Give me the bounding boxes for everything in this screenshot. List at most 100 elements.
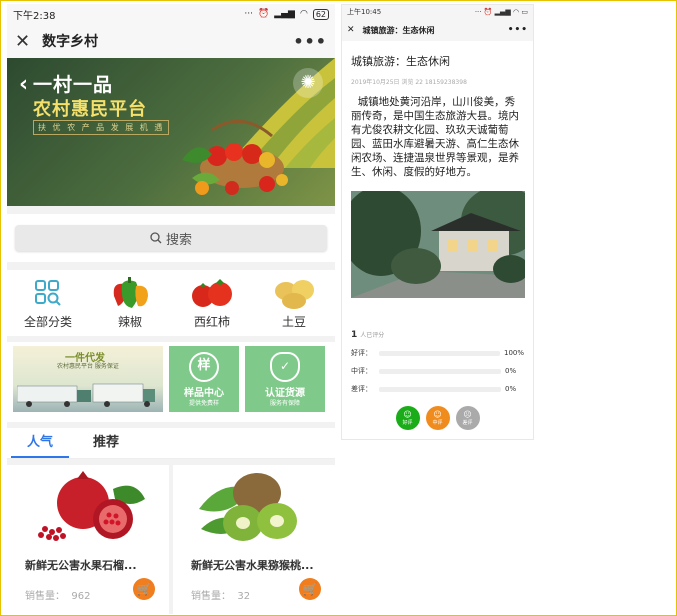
nav-bar: ✕ 城镇旅游：生态休闲 ••• [342, 19, 533, 41]
rating-bar [379, 386, 501, 392]
banner-title: 一村一品 [33, 74, 114, 96]
product-card[interactable]: 新鲜无公害水果石榴... 销售量： 962 🛒 [7, 465, 169, 614]
category-row: 全部分类 辣椒 西红柿 土豆 [7, 270, 335, 336]
sales-count: 32 [237, 591, 251, 602]
cart-icon[interactable]: 🛒 [299, 578, 321, 600]
rating-bar [378, 350, 500, 356]
category-tomato[interactable]: 西红柿 [177, 276, 247, 330]
promo-subtitle: 提供免费样 [188, 400, 219, 407]
left-phone-screen: 下午2:38 ··· ⏰ ▂▄▆ ◠ 62 ✕ 数字乡村 ••• ‹ 一村一品 … [7, 4, 335, 614]
promo-dropship[interactable]: 一件代发 农村惠民平台 服务保证 [13, 346, 163, 412]
rating-count-number: 1 [351, 330, 358, 340]
promo-row: 一件代发 农村惠民平台 服务保证 样 样品中心 提供免费样 ✓ 认证货源 服务有… [7, 342, 335, 422]
sample-icon: 样 [189, 352, 219, 382]
vegetable-basket-image [182, 119, 288, 195]
status-bar: 上午10:45 ··· ⏰ ▂▄▆ ◠ ▭ [342, 5, 533, 19]
article-photo [351, 191, 525, 298]
page-title: 数字乡村 [42, 34, 99, 50]
back-arrow-icon[interactable]: ‹ [19, 72, 28, 97]
tab-popular[interactable]: 人气 [10, 428, 70, 458]
rating-label: 好评： [351, 349, 372, 357]
banner-subtitle: 农村惠民平台 [33, 99, 147, 120]
rating-percent: 0% [505, 385, 517, 393]
status-icons: ··· ⏰ ▂▄▆ ◠ 62 [244, 8, 329, 20]
banner[interactable]: ‹ 一村一品 农村惠民平台 扶 优 农 产 品 发 展 机 遇 ✺ [7, 58, 335, 206]
sales-label: 销售量： [191, 591, 231, 602]
banner-tagline: 扶 优 农 产 品 发 展 机 遇 [33, 120, 170, 135]
battery-icon: 62 [312, 8, 329, 20]
more-menu-icon[interactable]: ••• [508, 25, 528, 35]
status-icons: ··· ⏰ ▂▄▆ ◠ ▭ [474, 8, 528, 16]
category-label: 全部分类 [23, 315, 72, 329]
tab-recommended[interactable]: 推荐 [93, 428, 119, 458]
rating-label: 差评： [351, 385, 372, 393]
more-menu-icon[interactable]: ••• [293, 32, 327, 51]
rating-label: 中评： [351, 367, 372, 375]
rating-button-label: 好评 [402, 420, 413, 426]
rating-section: 1人已评分 好评： 100% 中评： 0% 差评： 0% ☺ 好评 ☺ 中评 [342, 330, 533, 430]
category-label: 西红柿 [193, 315, 230, 329]
rating-bar [379, 368, 501, 374]
cart-icon[interactable]: 🛒 [133, 578, 155, 600]
close-icon[interactable]: ✕ [15, 31, 30, 52]
article: 城镇旅游：生态休闲 2019年10月25日 浏览 22 18159238398 … [342, 41, 533, 185]
right-phone-screen: 上午10:45 ··· ⏰ ▂▄▆ ◠ ▭ ✕ 城镇旅游：生态休闲 ••• 城镇… [341, 4, 534, 440]
promo-title: 样品中心 [184, 388, 224, 399]
rating-count: 1 人已评分 [351, 330, 524, 340]
kiwi-image [199, 473, 297, 541]
gear-icon[interactable]: ✺ [293, 68, 323, 98]
status-bar: 下午2:38 ··· ⏰ ▂▄▆ ◠ 62 [7, 4, 335, 24]
product-card[interactable]: 新鲜无公害水果猕猴桃... 销售量： 32 🛒 [173, 465, 335, 614]
promo-certified-source[interactable]: ✓ 认证货源 服务有保障 [245, 346, 325, 412]
potato-image [275, 280, 314, 309]
pomegranate-image [38, 471, 145, 541]
rating-button-label: 差评 [462, 420, 473, 426]
page-title: 城镇旅游：生态休闲 [362, 25, 435, 35]
product-grid: 新鲜无公害水果石榴... 销售量： 962 🛒 新鲜无公害水果猕猴桃... 销售… [7, 465, 335, 614]
building-image [351, 191, 525, 298]
status-time: 上午10:45 [347, 8, 382, 16]
rating-count-label: 人已评分 [360, 332, 385, 339]
promo-subtitle: 服务有保障 [269, 400, 300, 407]
good-rating-button[interactable]: ☺ 好评 [395, 406, 420, 430]
rating-row-bad: 差评： 0% [351, 384, 524, 394]
search-bar[interactable]: 搜索 [15, 225, 327, 251]
neutral-face-icon: ☺ [433, 410, 442, 419]
product-name: 新鲜无公害水果猕猴桃... [191, 559, 314, 572]
tab-bar: 人气 推荐 [7, 428, 335, 459]
category-label: 土豆 [281, 315, 306, 329]
shield-check-icon: ✓ [270, 352, 300, 382]
promo-sample-center[interactable]: 样 样品中心 提供免费样 [169, 346, 239, 412]
wifi-icon: ◠ [299, 9, 308, 19]
rating-buttons: ☺ 好评 ☺ 中评 ☹ 差评 [351, 406, 524, 430]
close-icon[interactable]: ✕ [347, 25, 355, 35]
promo-subtitle: 农村惠民平台 服务保证 [57, 363, 119, 370]
signal-icon: ▂▄▆ [274, 9, 295, 19]
smile-icon: ☺ [403, 410, 412, 419]
article-meta: 2019年10月25日 浏览 22 18159238398 [351, 79, 467, 86]
sales-count: 962 [71, 591, 91, 602]
rating-row-neutral: 中评： 0% [351, 366, 524, 376]
article-text: 城镇地处黄河沿岸，山川俊美，秀丽传奇，是中国生态旅游大县。境内有尤俊农耕文化园、… [351, 96, 519, 178]
nav-bar: ✕ 数字乡村 ••• [7, 24, 335, 58]
product-sales: 销售量： 32 [191, 587, 250, 602]
rating-percent: 100% [503, 349, 524, 357]
more-dots-icon: ··· [244, 9, 253, 19]
tomato-image [192, 279, 232, 307]
category-pepper[interactable]: 辣椒 [95, 276, 165, 330]
product-sales: 销售量： 962 [25, 587, 90, 602]
search-label: 搜索 [165, 232, 192, 248]
category-all[interactable]: 全部分类 [13, 276, 83, 330]
rating-button-label: 中评 [432, 420, 443, 426]
alarm-icon: ⏰ [257, 9, 270, 19]
promo-title: 认证货源 [265, 388, 305, 399]
bad-rating-button[interactable]: ☹ 差评 [455, 406, 480, 430]
status-time: 下午2:38 [13, 10, 56, 22]
pepper-image [113, 277, 148, 308]
search-section: 搜索 [7, 214, 335, 262]
search-icon [150, 232, 162, 244]
grid-search-icon [35, 280, 61, 306]
category-potato[interactable]: 土豆 [259, 276, 329, 330]
neutral-rating-button[interactable]: ☺ 中评 [425, 406, 450, 430]
rating-percent: 0% [505, 367, 517, 375]
